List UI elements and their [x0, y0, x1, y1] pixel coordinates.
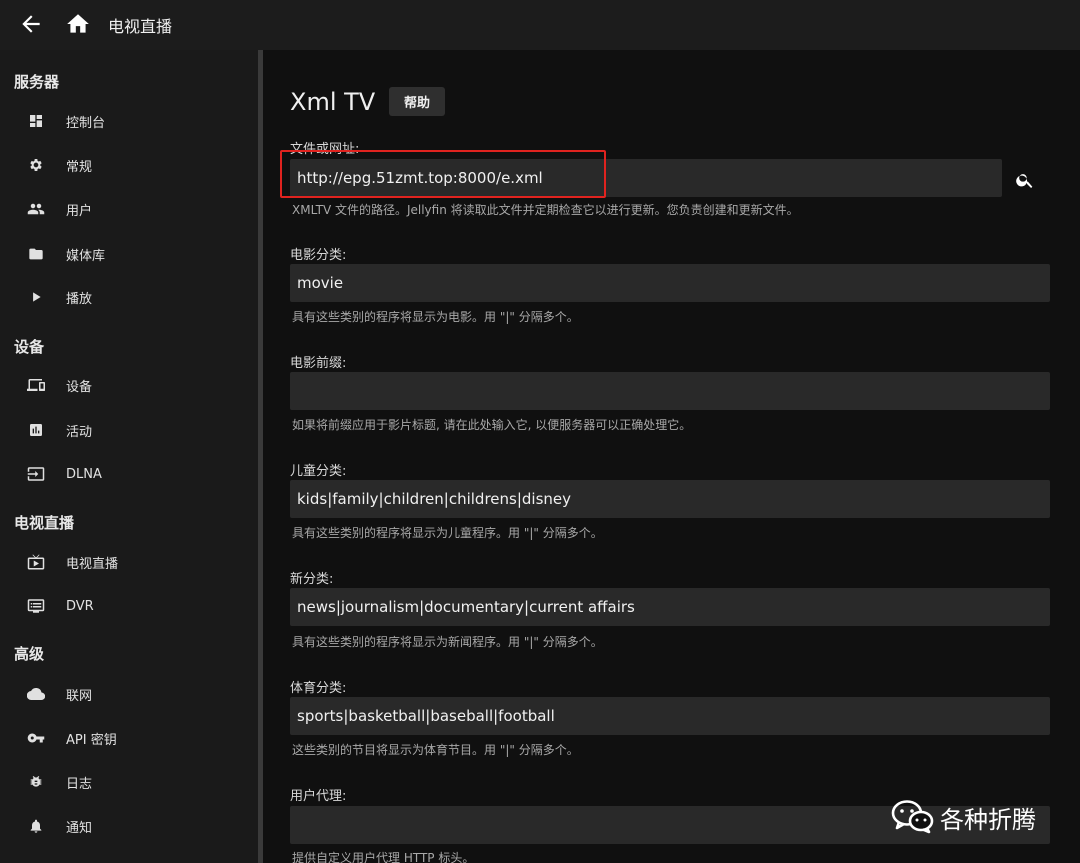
sidebar-item-label: 播放 [66, 291, 93, 307]
activity-icon [27, 421, 45, 439]
dashboard-icon [27, 112, 45, 130]
cloud-icon [27, 685, 45, 703]
play-icon [27, 288, 45, 306]
help-button[interactable]: 帮助 [389, 87, 445, 116]
sidebar-item-label: 活动 [66, 424, 93, 440]
sidebar-item-dvr[interactable]: DVR [0, 588, 258, 624]
sidebar-item-label: 设备 [66, 379, 93, 395]
sidebar-item-label: API 密钥 [66, 732, 117, 748]
watermark-text: 各种折腾 [940, 806, 1036, 834]
dvr-icon [27, 597, 45, 615]
sidebar-item-users[interactable]: 用户 [0, 191, 258, 227]
input-icon [27, 465, 45, 483]
kids-categories-input[interactable] [290, 480, 1050, 518]
sports-categories-label: 体育分类: [290, 681, 347, 696]
people-icon [27, 200, 45, 218]
sidebar-item-label: 联网 [66, 688, 93, 704]
bell-icon [27, 817, 45, 835]
sidebar-item-networking[interactable]: 联网 [0, 676, 258, 712]
file-url-input[interactable] [290, 159, 1002, 197]
page-header-title: 电视直播 [108, 17, 173, 36]
folder-icon [27, 245, 45, 263]
sidebar-section-advanced: 高级 [14, 645, 45, 663]
sidebar-item-activity[interactable]: 活动 [0, 412, 258, 448]
sidebar-item-label: DVR [66, 598, 94, 614]
news-categories-label: 新分类: [290, 572, 334, 587]
sidebar-item-label: 控制台 [66, 115, 106, 131]
sidebar-section-livetv: 电视直播 [14, 514, 75, 532]
gear-icon [27, 156, 45, 174]
watermark: 各种折腾 [888, 796, 1058, 836]
sidebar-section-server: 服务器 [14, 73, 60, 91]
arrow-left-icon[interactable] [18, 11, 44, 37]
news-categories-input[interactable] [290, 588, 1050, 626]
sidebar-item-label: 常规 [66, 159, 93, 175]
sidebar-item-label: DLNA [66, 466, 102, 482]
kids-categories-help: 具有这些类别的程序将显示为儿童程序。用 "|" 分隔多个。 [292, 526, 603, 540]
bug-icon [27, 773, 45, 791]
sidebar: 服务器 控制台 常规 用户 媒体库 播放 设备 设备 活动 DLNA 电视直播 … [0, 50, 258, 863]
sidebar-item-dlna[interactable]: DLNA [0, 456, 258, 492]
tv-icon [27, 553, 45, 571]
key-icon [27, 729, 45, 747]
file-url-label: 文件或网址: [290, 142, 360, 157]
sidebar-item-api-keys[interactable]: API 密钥 [0, 720, 258, 756]
movie-categories-input[interactable] [290, 264, 1050, 302]
sidebar-item-logs[interactable]: 日志 [0, 764, 258, 800]
kids-categories-label: 儿童分类: [290, 464, 347, 479]
top-bar: 电视直播 [0, 0, 1080, 50]
devices-icon [27, 376, 45, 394]
file-url-help: XMLTV 文件的路径。Jellyfin 将读取此文件并定期检查它以进行更新。您… [292, 203, 799, 217]
sidebar-item-label: 用户 [66, 203, 93, 219]
sidebar-item-label: 媒体库 [66, 248, 106, 264]
user-agent-label: 用户代理: [290, 789, 347, 804]
sidebar-item-label: 通知 [66, 820, 93, 836]
sidebar-item-livetv[interactable]: 电视直播 [0, 544, 258, 580]
movie-categories-label: 电影分类: [290, 248, 347, 263]
movie-prefix-label: 电影前缀: [290, 356, 347, 371]
sidebar-item-dashboard[interactable]: 控制台 [0, 103, 258, 139]
sidebar-item-general[interactable]: 常规 [0, 147, 258, 183]
user-agent-help: 提供自定义用户代理 HTTP 标头。 [292, 851, 475, 863]
movie-prefix-help: 如果将前缀应用于影片标题, 请在此处输入它, 以便服务器可以正确处理它。 [292, 418, 692, 432]
sidebar-item-label: 电视直播 [66, 556, 119, 572]
wechat-icon [890, 798, 934, 838]
home-icon[interactable] [65, 11, 91, 37]
sidebar-item-notifications[interactable]: 通知 [0, 808, 258, 844]
movie-categories-help: 具有这些类别的程序将显示为电影。用 "|" 分隔多个。 [292, 310, 579, 324]
page-title: Xml TV [290, 88, 376, 116]
sidebar-item-library[interactable]: 媒体库 [0, 236, 258, 272]
sports-categories-input[interactable] [290, 697, 1050, 735]
sidebar-item-label: 日志 [66, 776, 93, 792]
sidebar-section-devices: 设备 [14, 338, 45, 356]
sidebar-item-devices[interactable]: 设备 [0, 367, 258, 403]
search-icon[interactable] [1011, 166, 1039, 194]
main-content: Xml TV 帮助 文件或网址: XMLTV 文件的路径。Jellyfin 将读… [263, 50, 1080, 863]
movie-prefix-input[interactable] [290, 372, 1050, 410]
sidebar-item-playback[interactable]: 播放 [0, 279, 258, 315]
sports-categories-help: 这些类别的节目将显示为体育节目。用 "|" 分隔多个。 [292, 743, 579, 757]
news-categories-help: 具有这些类别的程序将显示为新闻程序。用 "|" 分隔多个。 [292, 635, 603, 649]
